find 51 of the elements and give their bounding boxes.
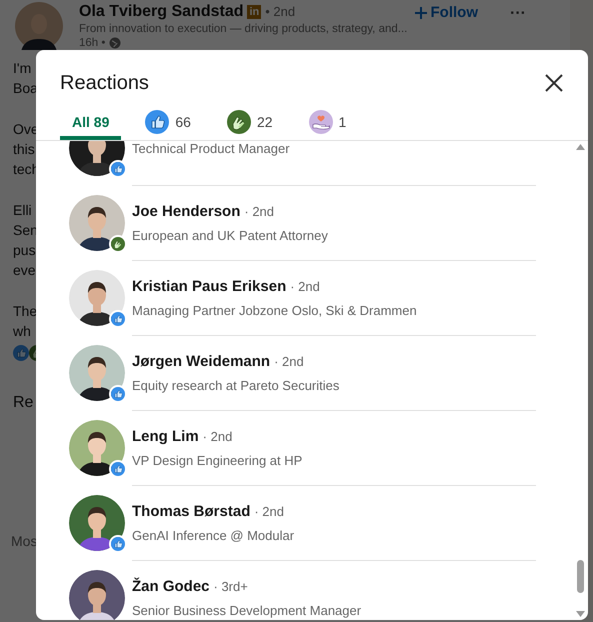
connection-degree: · 2nd [254, 503, 284, 521]
post-text: Elli [13, 201, 32, 220]
dialog-title: Reactions [60, 71, 149, 96]
connection-degree: · 2nd [244, 203, 274, 221]
person-name[interactable]: Thomas Børstad [132, 501, 250, 524]
scroll-down-icon[interactable] [576, 611, 584, 617]
person-headline: Managing Partner Jobzone Oslo, Ski & Drammen [132, 302, 418, 320]
section-heading: Mos [11, 532, 38, 551]
scrollbar-thumb[interactable] [576, 560, 584, 593]
post-text: pus [13, 241, 36, 260]
scroll-up-icon[interactable] [576, 144, 584, 150]
reaction-tab[interactable]: 66 [133, 108, 203, 140]
thumbs-up-icon [111, 462, 125, 476]
person-name[interactable]: Leng Lim [132, 426, 199, 448]
post-text: The [13, 302, 38, 321]
connection-degree: · 3rd+ [214, 578, 248, 596]
linkedin-badge: in [247, 4, 262, 19]
thumbs-up-icon [111, 536, 125, 550]
person-headline: Senior Business Development Manager [132, 602, 362, 620]
person-name[interactable]: Jørgen Weidemann [132, 351, 270, 374]
heart-in-hand-icon [308, 110, 333, 134]
person-name[interactable]: Žan Godec [132, 576, 210, 598]
thumbs-up-icon [111, 312, 125, 326]
person-headline: GenAI Inference @ Modular [132, 526, 296, 544]
thumbs-up-icon [13, 345, 29, 361]
reaction-tab[interactable]: 22 [214, 108, 285, 140]
thumbs-up-icon [111, 162, 125, 176]
post-time: 16h • [79, 36, 106, 50]
connection-degree: · 2nd [290, 278, 320, 296]
close-icon [545, 74, 563, 92]
post-text: this [13, 140, 35, 159]
clapping-hands-icon [226, 110, 251, 134]
post-text: I'm [13, 59, 32, 78]
person-headline: European and UK Patent Attorney [132, 226, 329, 245]
reaction-tab[interactable]: 1 [296, 108, 358, 140]
post-text: eve [13, 261, 36, 280]
person-name[interactable]: Joe Henderson [132, 201, 240, 224]
person-headline: Equity research at Pareto Securities [132, 376, 340, 395]
post-text: wh [13, 322, 31, 341]
plus-icon [414, 7, 427, 20]
thumbs-up-icon [145, 110, 170, 134]
connection-degree: · 2nd [274, 353, 304, 371]
thumbs-up-icon [111, 386, 125, 400]
clapping-hands-icon [111, 236, 125, 250]
person-name[interactable]: Kristian Paus Eriksen [132, 276, 286, 298]
section-heading: Re [13, 393, 34, 413]
connection-degree: • 2nd [265, 3, 296, 21]
person-headline: Technical Product Manager [132, 141, 291, 158]
author-headline: From innovation to execution — driving products, strategy, and... [79, 22, 407, 36]
connection-degree: · 2nd [202, 428, 232, 446]
person-headline: VP Design Engineering at HP [132, 452, 304, 470]
